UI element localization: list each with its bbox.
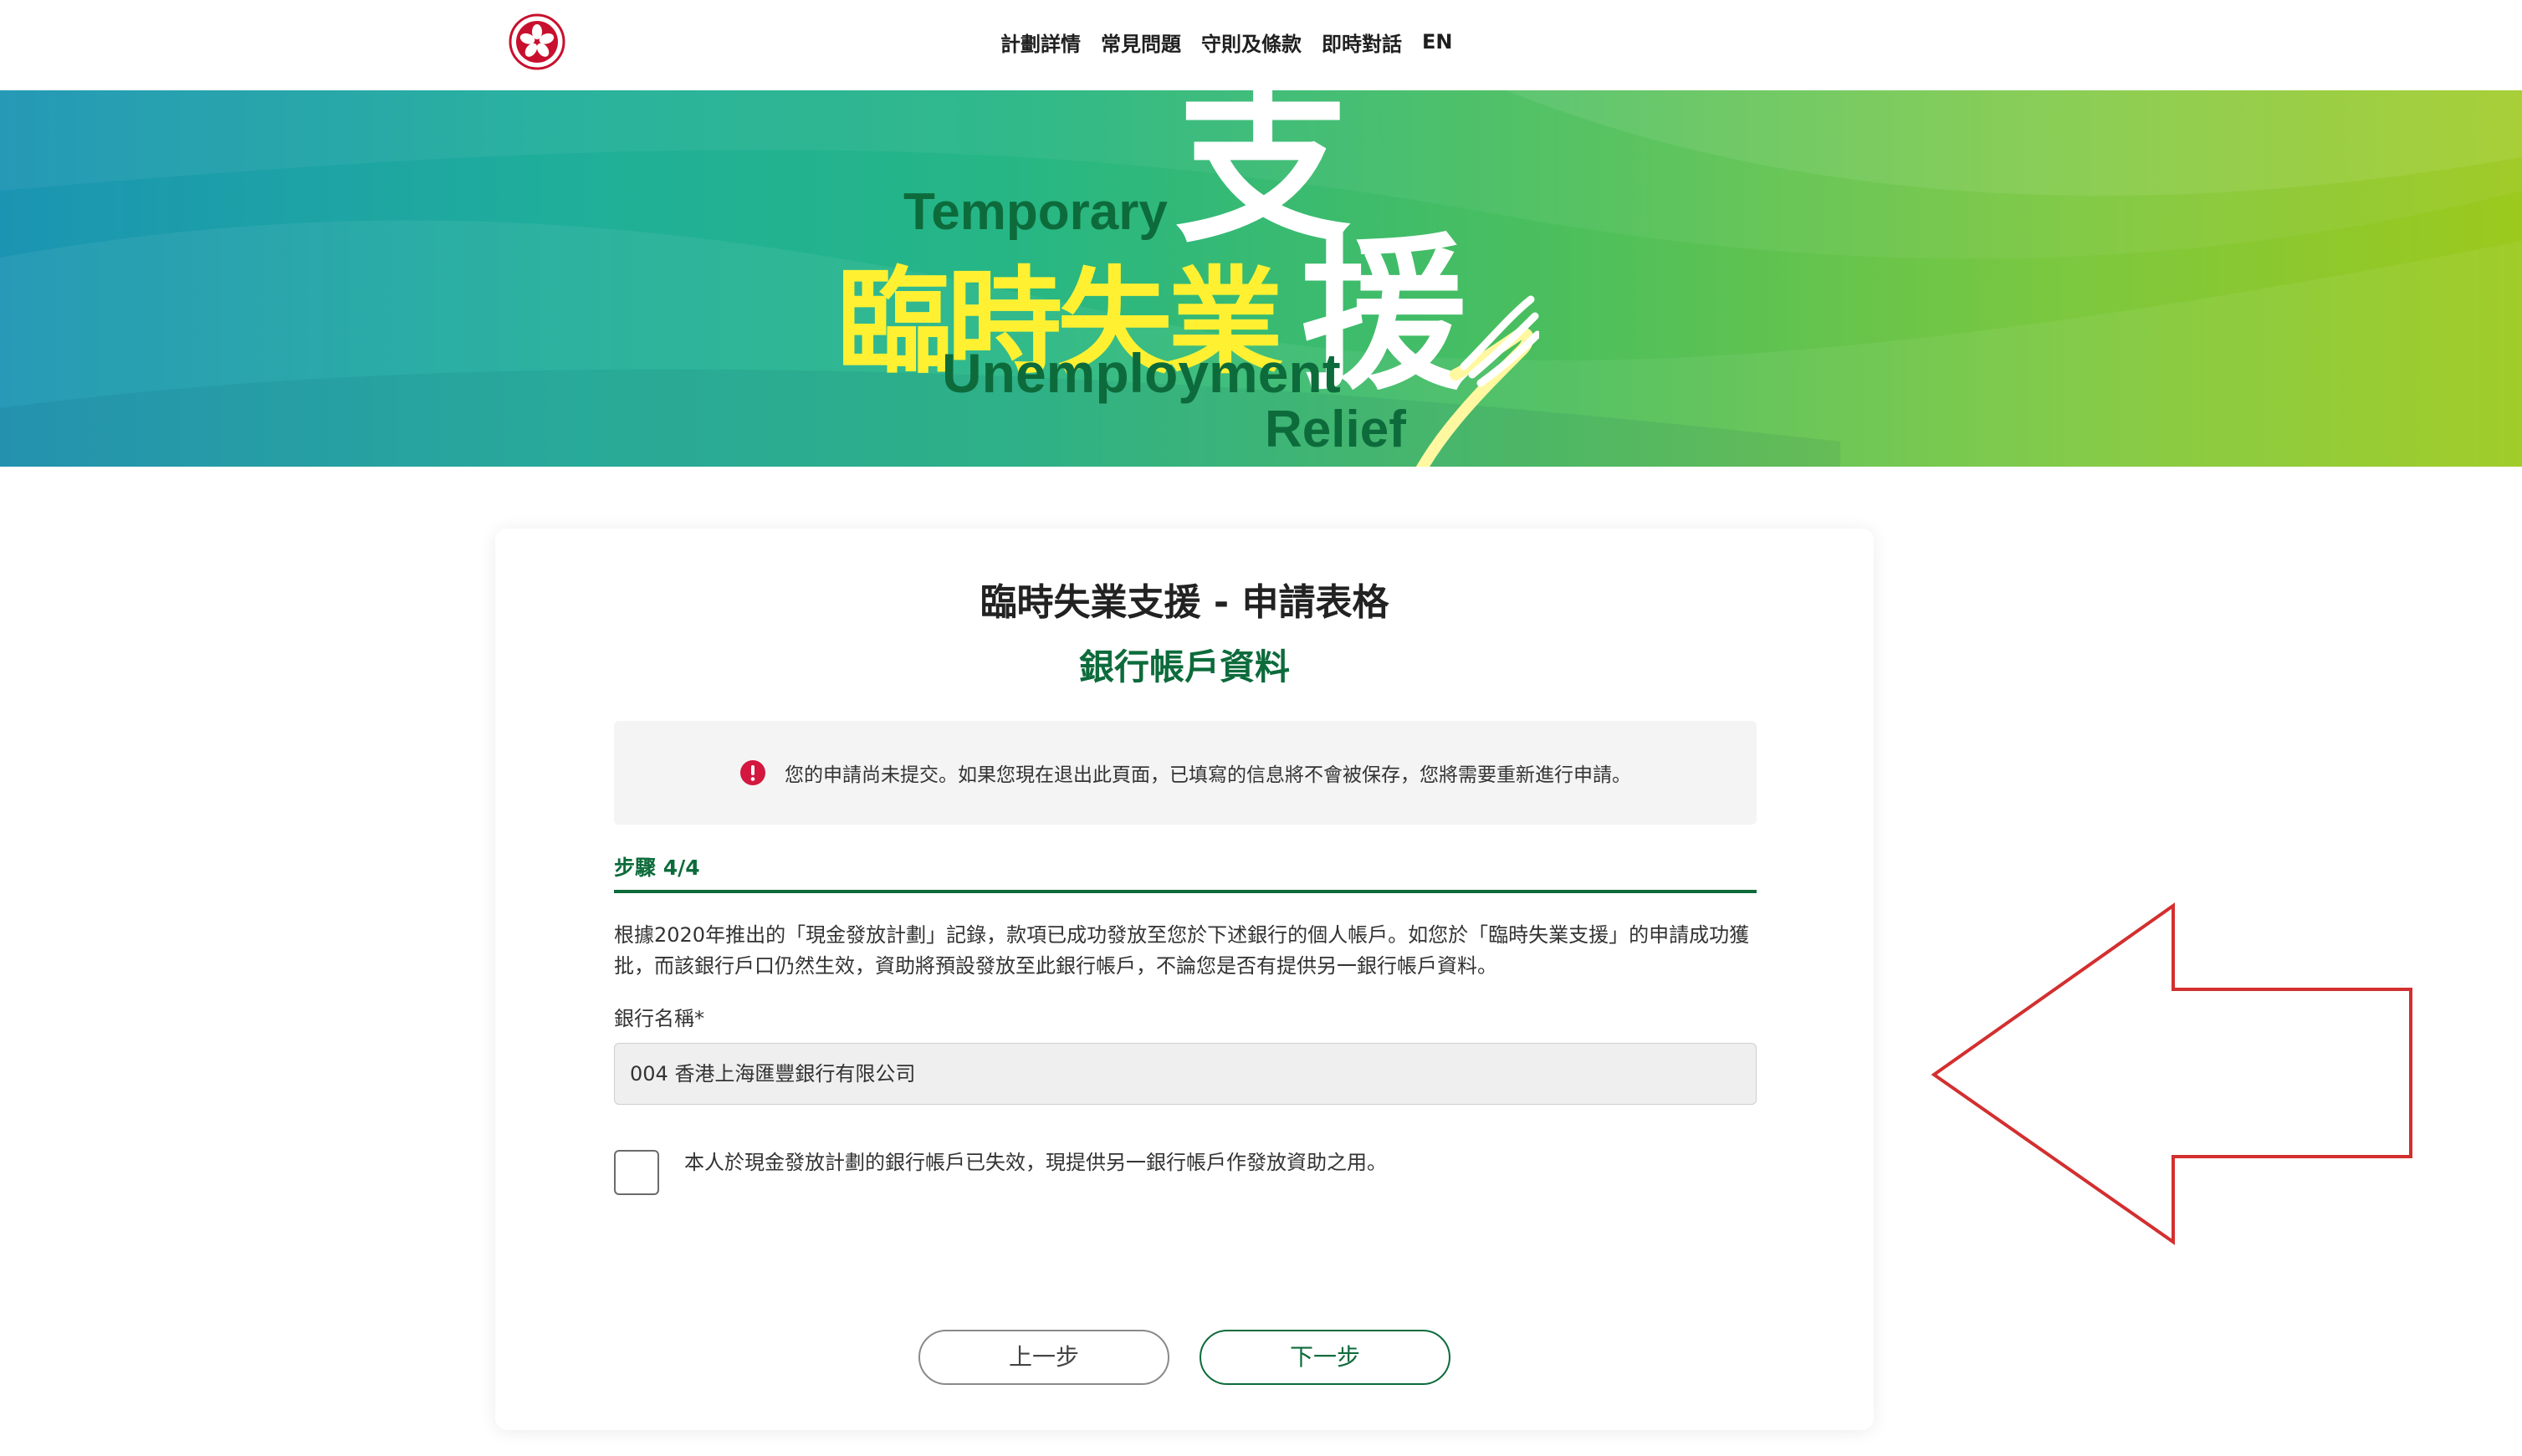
- bank-name-field: 004 香港上海匯豐銀行有限公司: [614, 1043, 1757, 1105]
- application-form-card: 臨時失業支援 - 申請表格 銀行帳戶資料 您的申請尚未提交。如果您現在退出此頁面…: [495, 529, 1874, 1430]
- form-section-title: 銀行帳戶資料: [1078, 646, 1290, 687]
- form-title: 臨時失業支援 - 申請表格: [980, 581, 1389, 624]
- bank-account-description: 根據2020年推出的「現金發放計劃」記錄，款項已成功發放至您於下述銀行的個人帳戶…: [614, 920, 1760, 982]
- hksar-emblem-icon[interactable]: [509, 13, 565, 70]
- nav-link-live-chat[interactable]: 即時對話: [1322, 28, 1402, 57]
- top-navigation: 計劃詳情 常見問題 守則及條款 即時對話 EN: [0, 0, 2522, 90]
- invalid-account-checkbox[interactable]: [614, 1150, 659, 1195]
- description-line-1: 根據2020年推出的「現金發放計劃」記錄，款項已成功發放至您於下述銀行的個人帳戶…: [614, 923, 1750, 947]
- bank-name-label: 銀行名稱*: [614, 1007, 704, 1030]
- nav-link-scheme-details[interactable]: 計劃詳情: [1000, 28, 1081, 57]
- nav-link-language-en[interactable]: EN: [1422, 30, 1452, 54]
- logo-text-relief: Relief: [1265, 401, 1406, 458]
- step-divider: [614, 890, 1757, 893]
- invalid-account-checkbox-label[interactable]: 本人於現金發放計劃的銀行帳戶已失效，現提供另一銀行帳戶作發放資助之用。: [684, 1146, 1387, 1175]
- next-step-button[interactable]: 下一步: [1200, 1330, 1450, 1385]
- unsaved-warning-notice: 您的申請尚未提交。如果您現在退出此頁面，已填寫的信息將不會被保存，您將需要重新進…: [614, 721, 1757, 825]
- description-line-2: 批，而該銀行戶口仍然生效，資助將預設發放至此銀行帳戶，不論您是否有提供另一銀行帳…: [614, 954, 1497, 978]
- annotation-arrow-icon: [1931, 902, 2412, 1245]
- exclamation-circle-icon: [740, 760, 765, 785]
- nav-links: 計劃詳情 常見問題 守則及條款 即時對話 EN: [1000, 22, 1452, 62]
- step-indicator: 步驟 4/4: [614, 856, 700, 880]
- nav-link-faq[interactable]: 常見問題: [1101, 28, 1181, 57]
- hero-banner: 支 援 Temporary 臨時失業 Unemployment Relief: [0, 90, 2522, 467]
- previous-step-button[interactable]: 上一步: [918, 1330, 1169, 1385]
- supporting-hand-icon: [1415, 295, 1539, 467]
- nav-link-terms[interactable]: 守則及條款: [1201, 28, 1302, 57]
- temporary-unemployment-relief-logo: 支 援 Temporary 臨時失業 Unemployment Relief: [836, 90, 1556, 467]
- logo-text-unemployment: Unemployment: [942, 342, 1341, 404]
- notice-text: 您的申請尚未提交。如果您現在退出此頁面，已填寫的信息將不會被保存，您將需要重新進…: [785, 764, 1631, 786]
